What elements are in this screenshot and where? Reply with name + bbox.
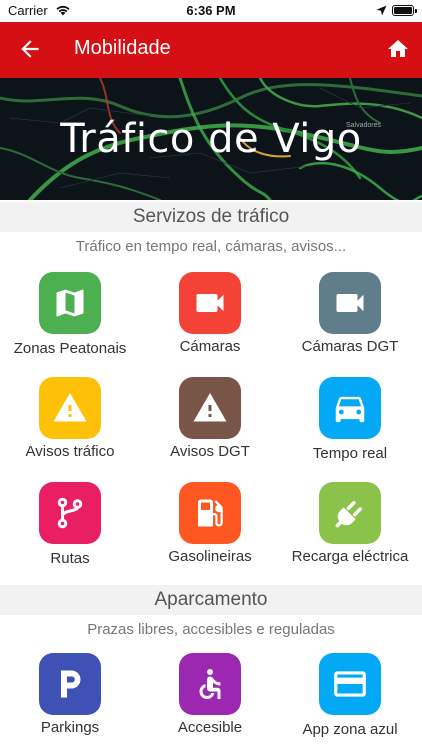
- gas-station-icon: [179, 482, 241, 544]
- tile-label: Zonas Peatonais: [13, 340, 127, 357]
- section-title-traffic: Servizos de tráfico: [0, 202, 422, 232]
- tile-app-zona-azul[interactable]: App zona azul: [280, 653, 420, 743]
- card-icon: [319, 653, 381, 715]
- accessible-icon: [179, 653, 241, 715]
- tile-label: Accesible: [177, 719, 243, 736]
- page-title: Mobilidade: [74, 37, 171, 59]
- car-icon: [319, 377, 381, 439]
- app-bar: Mobilidade: [0, 22, 422, 78]
- hero-banner: Salvadores Tráfico de Vigo: [0, 78, 422, 200]
- warning-icon: [179, 377, 241, 439]
- tile-label: Gasolineiras: [168, 548, 252, 565]
- map-icon: [39, 272, 101, 334]
- tile-label: Cámaras: [179, 338, 241, 355]
- tile-tempo-real[interactable]: Tempo real: [280, 377, 420, 467]
- tile-avisos-trafico[interactable]: Avisos tráfico: [0, 377, 140, 467]
- tile-label: Parkings: [40, 719, 100, 736]
- tile-label: Rutas: [50, 550, 90, 567]
- tile-label: App zona azul: [302, 721, 398, 738]
- hero-title: Tráfico de Vigo: [60, 116, 362, 162]
- tile-gasolineiras[interactable]: Gasolineiras: [140, 482, 280, 572]
- tile-parkings[interactable]: Parkings: [0, 653, 140, 743]
- section-subtitle-traffic: Tráfico en tempo real, cámaras, avisos..…: [75, 238, 347, 255]
- tile-avisos-dgt[interactable]: Avisos DGT: [140, 377, 280, 467]
- parking-icon: [39, 653, 101, 715]
- tile-rutas[interactable]: Rutas: [0, 482, 140, 572]
- plug-icon: [319, 482, 381, 544]
- warning-icon: [39, 377, 101, 439]
- section-title-parking: Aparcamento: [0, 585, 422, 615]
- tile-label: Tempo real: [312, 445, 388, 462]
- tile-label: Avisos tráfico: [25, 443, 115, 460]
- clock: 6:36 PM: [186, 3, 236, 18]
- tile-label: Recarga eléctrica: [291, 548, 409, 565]
- tile-zonas-peatonais[interactable]: Zonas Peatonais: [0, 272, 140, 362]
- tile-accesible[interactable]: Accesible: [140, 653, 280, 743]
- tile-label: Cámaras DGT: [301, 338, 399, 355]
- tile-camaras[interactable]: Cámaras: [140, 272, 280, 362]
- home-icon[interactable]: [386, 37, 410, 61]
- route-icon: [39, 482, 101, 544]
- location-arrow-icon: [376, 4, 387, 19]
- videocam-icon: [179, 272, 241, 334]
- tile-label: Avisos DGT: [170, 443, 250, 460]
- back-arrow-icon[interactable]: [17, 36, 43, 62]
- section-subtitle-parking: Prazas libres, accesibles e reguladas: [87, 621, 335, 638]
- videocam-icon: [319, 272, 381, 334]
- tile-recarga-electrica[interactable]: Recarga eléctrica: [280, 482, 420, 572]
- battery-icon: [392, 5, 417, 16]
- tile-camaras-dgt[interactable]: Cámaras DGT: [280, 272, 420, 362]
- status-bar: Carrier 6:36 PM: [0, 0, 422, 22]
